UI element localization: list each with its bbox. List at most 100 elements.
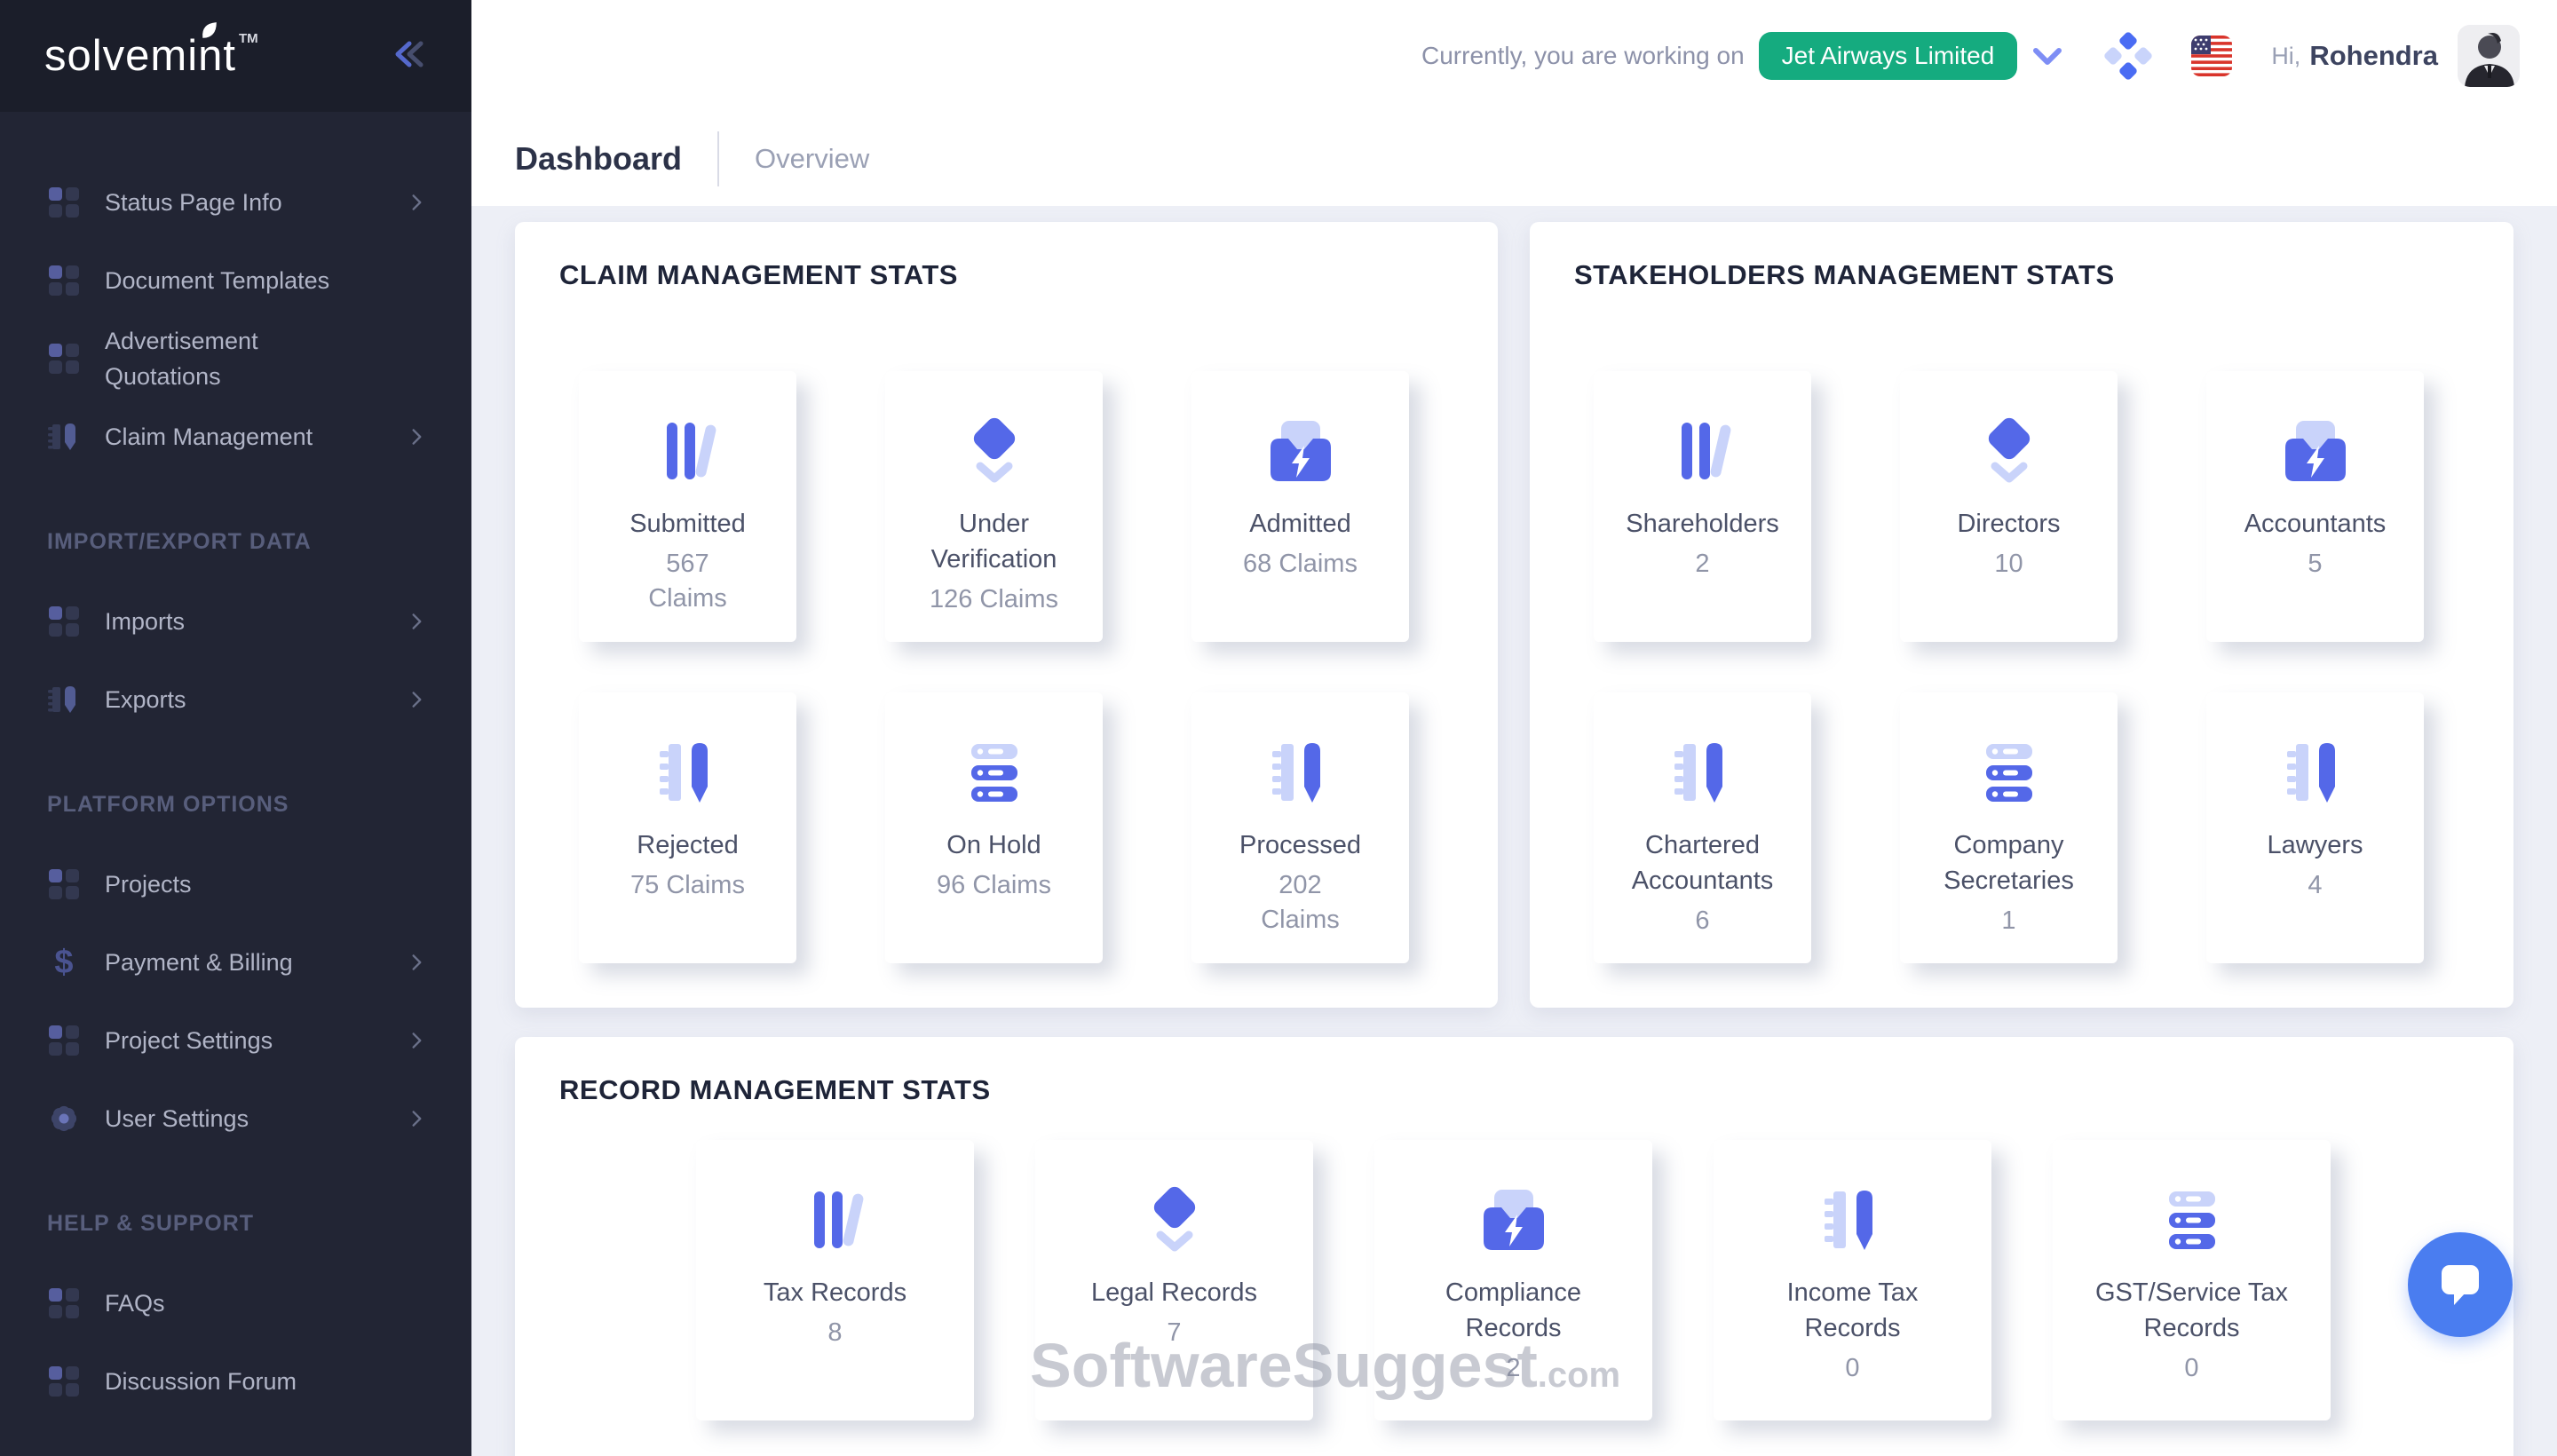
tiles-grid: Shareholders2 Directors 10 Accountants5 C… — [1594, 371, 2513, 963]
stat-tile-processed[interactable]: Processed202 Claims — [1191, 692, 1409, 963]
chevron-right-icon — [406, 610, 429, 633]
stat-tile-legal-records[interactable]: Legal Records7 — [1035, 1140, 1313, 1420]
sidebar-item-status-page-info[interactable]: Status Page Info — [0, 163, 471, 241]
tabbar: Dashboard Overview — [471, 112, 2557, 206]
tiles-grid: Tax Records8 Legal Records7 Compliance R… — [696, 1140, 2513, 1420]
chevron-right-icon — [406, 1029, 429, 1052]
stat-value: 2 — [1695, 547, 1709, 582]
stat-tile-income-tax-records[interactable]: Income Tax Records 0 — [1714, 1140, 1991, 1420]
app: solvemint TM Status Page Info — [0, 0, 2557, 1456]
sidebar-item-user-settings[interactable]: User Settings — [0, 1080, 471, 1158]
chat-button[interactable] — [2408, 1232, 2513, 1337]
stat-tile-directors[interactable]: Directors 10 — [1900, 371, 2118, 642]
topbar: Currently, you are working on Jet Airway… — [471, 0, 2557, 112]
nav-section-header: HELP & SUPPORT — [0, 1207, 471, 1239]
sidebar-item-projects[interactable]: Projects — [0, 845, 471, 923]
stat-value: 0 — [2184, 1351, 2198, 1386]
stat-label: Directors — [1957, 506, 2060, 542]
grid-icon — [47, 342, 81, 376]
grid-icon — [47, 1024, 81, 1057]
sidebar-item-label: Claim Management — [105, 419, 313, 455]
sidebar-item-faqs[interactable]: FAQs — [0, 1264, 471, 1342]
double-chevron-left-icon — [386, 35, 432, 78]
diamonds-cluster-icon[interactable] — [2102, 30, 2154, 82]
app-logo: solvemint TM — [44, 35, 258, 78]
language-flag-button[interactable] — [2191, 36, 2232, 76]
tiles-grid: Submitted567 Claims Under Verification 12… — [579, 371, 1498, 963]
sidebar-item-document-templates[interactable]: Document Templates — [0, 241, 471, 320]
stat-label: Tax Records — [764, 1275, 906, 1310]
stat-tile-accountants[interactable]: Accountants5 — [2206, 371, 2424, 642]
chevron-right-icon — [406, 688, 429, 711]
tab-overview[interactable]: Overview — [755, 143, 869, 175]
sidebar-item-label: FAQs — [105, 1286, 165, 1322]
stat-label: Accountants — [2244, 506, 2387, 542]
stat-tile-under-verification[interactable]: Under Verification 126 Claims — [885, 371, 1103, 642]
stat-tile-company-secretaries[interactable]: Company Secretaries 1 — [1900, 692, 2118, 963]
us-flag-icon — [2191, 36, 2232, 76]
stat-value: 68 Claims — [1243, 547, 1358, 582]
ruler-pen-icon — [1810, 1179, 1896, 1264]
server-icon — [1967, 732, 2052, 817]
username: Rohendra — [2309, 40, 2438, 72]
sidebar-item-label: Projects — [105, 866, 192, 903]
sidebar-item-imports[interactable]: Imports — [0, 582, 471, 661]
sidebar: solvemint TM Status Page Info — [0, 0, 471, 1456]
stat-tile-on-hold[interactable]: On Hold96 Claims — [885, 692, 1103, 963]
stat-value: 1 — [2001, 904, 2015, 938]
user-avatar[interactable] — [2458, 25, 2520, 87]
stat-label: Company Secretaries — [1927, 827, 2091, 898]
stat-value: 75 Claims — [630, 868, 745, 903]
stat-tile-chartered-accountants[interactable]: Chartered Accountants6 — [1594, 692, 1811, 963]
stat-tile-compliance-records[interactable]: Compliance Records2 — [1374, 1140, 1652, 1420]
stat-value: 126 Claims — [930, 582, 1058, 617]
stat-tile-submitted[interactable]: Submitted567 Claims — [579, 371, 796, 642]
stat-label: Lawyers — [2268, 827, 2363, 863]
sidebar-collapse-button[interactable] — [386, 35, 432, 78]
diamond-icon — [1967, 410, 2052, 495]
stat-label: Under Verification — [912, 506, 1076, 577]
working-on-label: Currently, you are working on — [1421, 42, 1745, 70]
grid-icon — [47, 1365, 81, 1398]
sidebar-item-project-settings[interactable]: Project Settings — [0, 1001, 471, 1080]
stat-label: Submitted — [629, 506, 746, 542]
ruler-pen-icon — [645, 732, 731, 817]
sidebar-item-exports[interactable]: Exports — [0, 661, 471, 739]
stat-tile-tax-records[interactable]: Tax Records8 — [696, 1140, 974, 1420]
nav-section-header: IMPORT/EXPORT DATA — [0, 526, 471, 558]
sidebar-item-claim-management[interactable]: Claim Management — [0, 398, 471, 476]
gear-icon — [47, 1102, 81, 1136]
sidebar-item-label: Advertisement Quotations — [105, 323, 353, 395]
stat-value: 96 Claims — [937, 868, 1051, 903]
stat-label: Income Tax Records — [1744, 1275, 1961, 1346]
sidebar-item-label: User Settings — [105, 1101, 249, 1137]
stat-label: GST/Service Tax Records — [2083, 1275, 2300, 1346]
chevron-right-icon — [406, 191, 429, 214]
stat-tile-admitted[interactable]: Admitted 68 Claims — [1191, 371, 1409, 642]
stat-value: 2 — [1506, 1351, 1520, 1386]
stat-tile-shareholders[interactable]: Shareholders2 — [1594, 371, 1811, 642]
sidebar-item-payment-billing[interactable]: $Payment & Billing — [0, 923, 471, 1001]
sidebar-item-label: Project Settings — [105, 1023, 273, 1059]
sidebar-item-label: Document Templates — [105, 263, 329, 299]
stat-tile-rejected[interactable]: Rejected75 Claims — [579, 692, 796, 963]
inbox-bolt-icon — [1471, 1179, 1556, 1264]
stat-label: Legal Records — [1091, 1275, 1257, 1310]
stat-tile-lawyers[interactable]: Lawyers4 — [2206, 692, 2424, 963]
chevron-down-icon[interactable] — [2028, 41, 2067, 71]
sidebar-item-advertisement-quotations[interactable]: Advertisement Quotations — [0, 320, 471, 398]
sidebar-item-label: Status Page Info — [105, 185, 282, 221]
chat-icon — [2433, 1255, 2488, 1315]
diamond-icon — [1132, 1179, 1217, 1264]
inbox-bolt-icon — [2273, 410, 2358, 495]
tab-dashboard[interactable]: Dashboard — [515, 140, 682, 178]
chevron-right-icon — [406, 425, 429, 448]
stat-label: Admitted — [1249, 506, 1350, 542]
company-selector[interactable]: Jet Airways Limited — [1759, 32, 2018, 80]
stat-value: 0 — [1845, 1351, 1859, 1386]
sidebar-item-discussion-forum[interactable]: Discussion Forum — [0, 1342, 471, 1420]
ruler-pen-icon — [1258, 732, 1343, 817]
stat-tile-gst-service-tax-records[interactable]: GST/Service Tax Records 0 — [2053, 1140, 2331, 1420]
stat-value: 10 — [1994, 547, 2023, 582]
sidebar-item-label: Imports — [105, 604, 185, 640]
